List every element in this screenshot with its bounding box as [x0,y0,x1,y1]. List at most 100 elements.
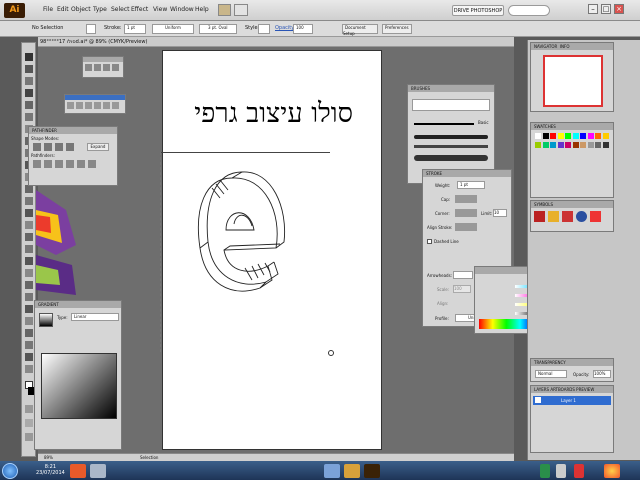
swatch[interactable] [550,142,556,148]
transform-1-icon[interactable] [67,102,74,109]
exclude-icon[interactable] [66,143,74,151]
drawing-mode-icon[interactable] [25,419,33,427]
outline-icon[interactable] [77,160,85,168]
document-tab[interactable]: סולו 98°°°°°17d.ai* @ 89% (CMYK/Preview) [38,37,514,47]
opacity-field[interactable]: 100 [293,24,313,34]
swatch[interactable] [542,142,549,148]
menu-view[interactable]: View [153,6,167,13]
tray-icon-2[interactable] [556,464,566,478]
close-icon[interactable]: × [614,4,624,14]
corner-buttons[interactable] [455,209,477,217]
gradient-swatch-large[interactable] [41,353,117,419]
zoom-tool-icon[interactable] [25,365,33,373]
width-tool-icon[interactable] [25,209,33,217]
minus-front-icon[interactable] [44,143,52,151]
type-tool-icon[interactable] [25,101,33,109]
preferences-button[interactable]: Preferences [382,24,412,34]
info-tab[interactable]: INFO [560,44,570,49]
swatch[interactable] [542,133,549,139]
arrange-documents-icon[interactable] [234,4,248,16]
swatch[interactable] [535,142,541,148]
minimize-icon[interactable]: – [588,4,598,14]
swatch[interactable] [587,142,594,148]
search-field[interactable] [508,5,550,16]
transform-2-icon[interactable] [76,102,83,109]
artwork-heading[interactable]: סולו עיצוב גרפי [183,98,353,129]
taskbar-app-3-icon[interactable] [324,464,340,478]
artboard-tool-icon[interactable] [25,329,33,337]
layer-row[interactable]: Layer 1 [533,396,611,405]
selection-tool-icon[interactable] [25,53,33,61]
swatch[interactable] [557,133,564,139]
preview-tab[interactable]: PREVIEW [576,387,594,392]
gradient-preview[interactable] [39,313,53,327]
menu-object[interactable]: Object [71,6,91,13]
align-left-icon[interactable] [85,64,92,71]
trim-icon[interactable] [44,160,52,168]
swatch[interactable] [535,133,541,139]
expand-button[interactable]: Expand [87,143,109,151]
swatch[interactable] [602,142,609,148]
layers-tab[interactable]: LAYERS [534,387,549,392]
scale-tool-icon[interactable] [25,197,33,205]
swatch[interactable] [572,133,579,139]
eyedropper-tool-icon[interactable] [25,281,33,289]
hand-tool-icon[interactable] [25,353,33,361]
swatch[interactable] [602,133,609,139]
stroke-weight-field[interactable]: 1 pt [124,24,146,34]
tray-icon-1[interactable] [540,464,550,478]
artboards-tab[interactable]: ARTBOARDS [550,387,575,392]
symbol-4-icon[interactable] [576,211,587,222]
brush-dots-row[interactable] [412,99,490,111]
symbol-1-icon[interactable] [534,211,545,222]
swatch[interactable] [580,142,586,148]
start-arrowhead-select[interactable] [453,271,473,279]
status-zoom[interactable]: 89% [44,455,53,460]
menu-edit[interactable]: Edit [57,6,69,13]
start-button[interactable] [2,463,18,479]
menu-help[interactable]: Help [195,6,209,13]
variable-width-profile[interactable]: Uniform [152,24,194,34]
transform-4-icon[interactable] [94,102,101,109]
swatch[interactable] [565,142,571,148]
align-center-icon[interactable] [94,64,101,71]
pen-tool-icon[interactable] [25,89,33,97]
brush-stroke-4[interactable] [414,155,488,161]
tray-icon-3[interactable] [574,464,584,478]
direct-selection-tool-icon[interactable] [25,65,33,73]
menu-effect[interactable]: Effect [131,6,148,13]
navigator-preview[interactable] [543,55,603,107]
color-mode-icon[interactable] [25,405,33,413]
transform-5-icon[interactable] [103,102,110,109]
swatch-grid[interactable] [535,133,613,189]
align-stroke-buttons[interactable] [455,223,477,231]
bridge-icon[interactable] [218,4,231,16]
cap-buttons[interactable] [455,195,477,203]
gradient-tool-icon[interactable] [25,269,33,277]
taskbar-app-2-icon[interactable] [90,464,106,478]
fill-swatch[interactable] [86,24,96,34]
navigator-tab[interactable]: NAVIGATOR [534,44,557,49]
restore-icon[interactable]: □ [601,4,611,14]
letter-e-artwork[interactable] [190,168,290,308]
shape-builder-tool-icon[interactable] [25,233,33,241]
gradient-type-select[interactable]: Linear [71,313,119,321]
scale-start-field[interactable]: 100 [453,285,471,293]
brush-stroke-2[interactable] [414,135,488,139]
brush-stroke-3[interactable] [414,145,488,148]
taskbar-app-1-icon[interactable] [70,464,86,478]
align-right-icon[interactable] [103,64,110,71]
taskbar-app-4-icon[interactable] [344,464,360,478]
align-top-icon[interactable] [112,64,119,71]
style-swatch[interactable] [258,24,270,34]
screen-mode-icon[interactable] [25,433,33,441]
blend-mode-select[interactable]: Normal [535,370,567,378]
visibility-eye-icon[interactable] [535,397,541,403]
mesh-tool-icon[interactable] [25,257,33,265]
crop-icon[interactable] [66,160,74,168]
document-setup-button[interactable]: Document Setup [342,24,378,36]
workspace-switcher[interactable]: DRIVE PHOTOSHOP [452,5,504,16]
swatch[interactable] [550,133,556,139]
intersect-icon[interactable] [55,143,63,151]
brush-stroke-1[interactable] [414,123,474,125]
